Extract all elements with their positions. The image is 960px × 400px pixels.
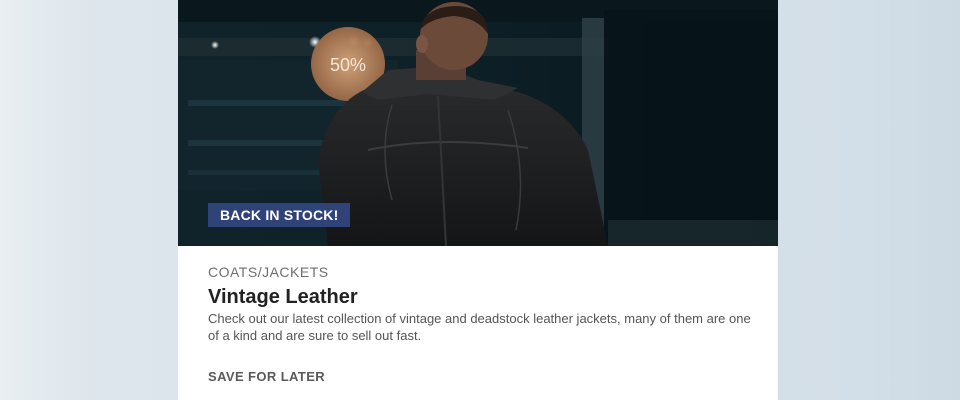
category-label: COATS/JACKETS — [208, 264, 329, 280]
card-content: COATS/JACKETS Vintage Leather Check out … — [208, 262, 753, 344]
product-title: Vintage Leather — [208, 286, 358, 308]
sale-sign-text: 50% — [330, 55, 366, 75]
product-card: 50% BACK IN STOCK! COATS/JACKETS Vintage… — [178, 0, 778, 400]
save-for-later-button[interactable]: SAVE FOR LATER — [208, 368, 325, 386]
back-in-stock-badge: BACK IN STOCK! — [208, 203, 351, 227]
product-description: Check out our latest collection of vinta… — [208, 311, 751, 343]
hero-image: 50% BACK IN STOCK! — [178, 0, 778, 246]
